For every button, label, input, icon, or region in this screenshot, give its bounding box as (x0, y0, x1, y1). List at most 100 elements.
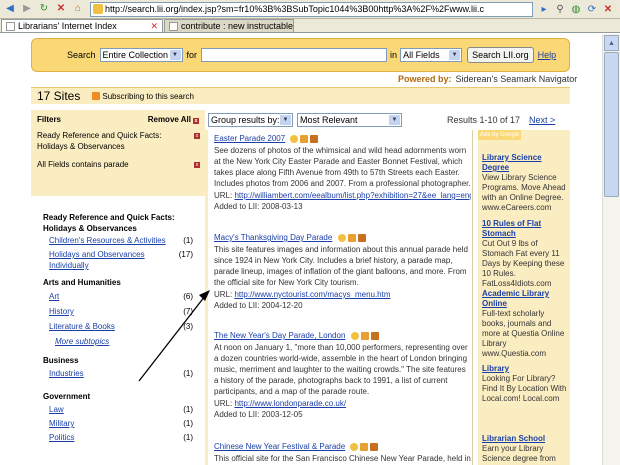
result-title-link[interactable]: Easter Parade 2007 (214, 134, 285, 143)
search-input[interactable] (201, 48, 388, 62)
more-subtopics-link[interactable]: More subtopics (43, 336, 193, 347)
comment-icon[interactable] (347, 233, 356, 242)
site-favicon-icon (93, 4, 103, 14)
facet-list: Ready Reference and Quick Facts: Holiday… (43, 212, 193, 443)
share-icon[interactable] (370, 442, 379, 451)
sort-select[interactable]: Most Relevant ▼ (297, 112, 402, 127)
refresh-icon[interactable]: ⟳ (585, 2, 599, 16)
tab-close-icon[interactable]: ✕ (150, 21, 158, 32)
facet-link[interactable]: Industries (49, 369, 84, 378)
facet-link[interactable]: Art (49, 292, 59, 301)
tab-instructable[interactable]: contribute : new instructable (164, 19, 294, 32)
facet-row: Industries (1) (43, 368, 193, 379)
subscribe-link[interactable]: Subscribing to this search (102, 92, 194, 101)
magnifier-icon[interactable] (337, 233, 346, 242)
fields-select[interactable]: All Fields ▼ (400, 48, 463, 62)
ad-item[interactable]: Library Looking For Library? Find It By … (482, 364, 570, 404)
ads-by-google-label[interactable]: Ads by Google (478, 130, 522, 140)
stop-icon[interactable]: ✕ (54, 2, 68, 16)
result-url-link[interactable]: http://williambert.com/eealbum/list.php?… (234, 191, 471, 200)
facet-link[interactable]: Politics (49, 433, 74, 442)
tab-strip: Librarians' Internet Index ✕ contribute … (0, 19, 620, 33)
ad-item[interactable]: 10 Rules of Flat Stomach Cut Out 9 lbs o… (482, 219, 570, 289)
facet-row: Children's Resources & Activities (1) (43, 235, 193, 246)
magnifier-icon[interactable] (350, 331, 359, 340)
facet-count: (1) (183, 433, 193, 442)
chevron-down-icon: ▼ (169, 50, 181, 60)
remove-filter-icon[interactable]: x (194, 162, 200, 168)
facet-link[interactable]: Children's Resources & Activities (49, 236, 166, 245)
facet-count: (1) (183, 236, 193, 245)
tab-lii[interactable]: Librarians' Internet Index ✕ (1, 19, 163, 32)
address-bar[interactable]: http://search.lii.org/index.jsp?sm=fr10%… (90, 1, 533, 17)
url-text[interactable]: http://search.lii.org/index.jsp?sm=fr10%… (105, 4, 484, 14)
facet-link[interactable]: Law (49, 405, 64, 414)
ad-title[interactable]: Librarian School (482, 434, 570, 444)
home-icon[interactable]: ⌂ (71, 2, 85, 16)
browser-toolbar: ◀ ▶ ↻ ✕ ⌂ http://search.lii.org/index.js… (0, 0, 620, 19)
ad-title[interactable]: Library Science Degree (482, 153, 570, 173)
result-item: The New Year's Day Parade, London At noo… (214, 330, 471, 420)
sort-value: Most Relevant (300, 114, 358, 125)
share-icon[interactable] (310, 134, 319, 143)
facet-count: (3) (183, 322, 193, 331)
ad-title[interactable]: Academic Library Online (482, 289, 570, 309)
result-url-link[interactable]: http://www.londonparade.co.uk/ (234, 399, 346, 408)
search-icon[interactable]: ⚲ (553, 2, 567, 16)
go-icon[interactable]: ▸ (537, 2, 551, 16)
search-button[interactable]: Search LII.org (467, 47, 534, 63)
forward-icon[interactable]: ▶ (20, 2, 34, 16)
facet-row: Holidays and Observances Individually (1… (43, 249, 193, 271)
filter-item: All Fields contains parade x (31, 159, 205, 170)
comment-icon[interactable] (300, 134, 309, 143)
result-item: Macy's Thanksgiving Day Parade This site… (214, 232, 471, 311)
facet-row: Military (1) (43, 418, 193, 429)
comment-icon[interactable] (360, 442, 369, 451)
next-page-link[interactable]: Next > (529, 115, 555, 125)
magnifier-icon[interactable] (290, 134, 299, 143)
chevron-down-icon: ▼ (449, 50, 461, 60)
scroll-up-icon[interactable]: ▲ (604, 35, 619, 51)
result-description: This official site for the San Francisco… (214, 454, 471, 463)
back-icon[interactable]: ◀ (3, 2, 17, 16)
ad-title[interactable]: 10 Rules of Flat Stomach (482, 219, 570, 239)
result-title-link[interactable]: Macy's Thanksgiving Day Parade (214, 233, 332, 242)
ad-title[interactable]: Library (482, 364, 570, 374)
result-added-date: Added to LII: 2008-03-13 (214, 202, 303, 211)
close-icon[interactable]: ✕ (601, 2, 615, 16)
facet-link[interactable]: Military (49, 419, 74, 428)
result-url-link[interactable]: http://www.nyctourist.com/macys_menu.htm (234, 290, 390, 299)
facet-link[interactable]: History (49, 307, 74, 316)
sites-count: 17 Sites (37, 89, 81, 103)
help-link[interactable]: Help (538, 50, 557, 60)
reload-icon[interactable]: ↻ (37, 2, 51, 16)
facet-link[interactable]: Literature & Books (49, 322, 115, 331)
result-added-date: Added to LII: 2003-12-05 (214, 410, 303, 419)
vertical-scrollbar[interactable]: ▲ (602, 34, 620, 465)
remove-all-button[interactable]: Remove All x (148, 115, 199, 124)
in-label: in (390, 50, 398, 60)
result-item: Chinese New Year Festival & Parade This … (214, 441, 471, 464)
rss-icon[interactable] (92, 92, 101, 100)
facet-count: (6) (183, 292, 193, 301)
ad-item[interactable]: Library Science Degree View Library Scie… (482, 153, 570, 213)
ad-body: Cut Out 9 lbs of Stomach Fat every 11 Da… (482, 239, 565, 288)
magnifier-icon[interactable] (350, 442, 359, 451)
remove-filter-icon[interactable]: x (194, 133, 200, 139)
result-url: URL: http://www.nyctourist.com/macys_men… (214, 289, 471, 300)
group-by-select[interactable]: Group results by: ▼ (208, 112, 293, 127)
tab-label: Librarians' Internet Index (18, 21, 117, 31)
facet-link[interactable]: Holidays and Observances Individually (49, 250, 145, 270)
share-icon[interactable] (357, 233, 366, 242)
result-item: Easter Parade 2007 See dozens of photos … (214, 133, 471, 212)
ad-item[interactable]: Librarian School Earn your Library Scien… (482, 434, 570, 465)
result-title-link[interactable]: Chinese New Year Festival & Parade (214, 442, 345, 451)
collection-select[interactable]: Entire Collection ▼ (99, 48, 183, 62)
scroll-thumb[interactable] (604, 52, 619, 197)
share-icon[interactable] (370, 331, 379, 340)
result-title-link[interactable]: The New Year's Day Parade, London (214, 331, 345, 340)
globe-icon[interactable]: ◍ (569, 2, 583, 16)
comment-icon[interactable] (360, 331, 369, 340)
ad-item[interactable]: Academic Library Online Full-text schola… (482, 289, 570, 359)
remove-icon[interactable]: x (193, 118, 199, 124)
